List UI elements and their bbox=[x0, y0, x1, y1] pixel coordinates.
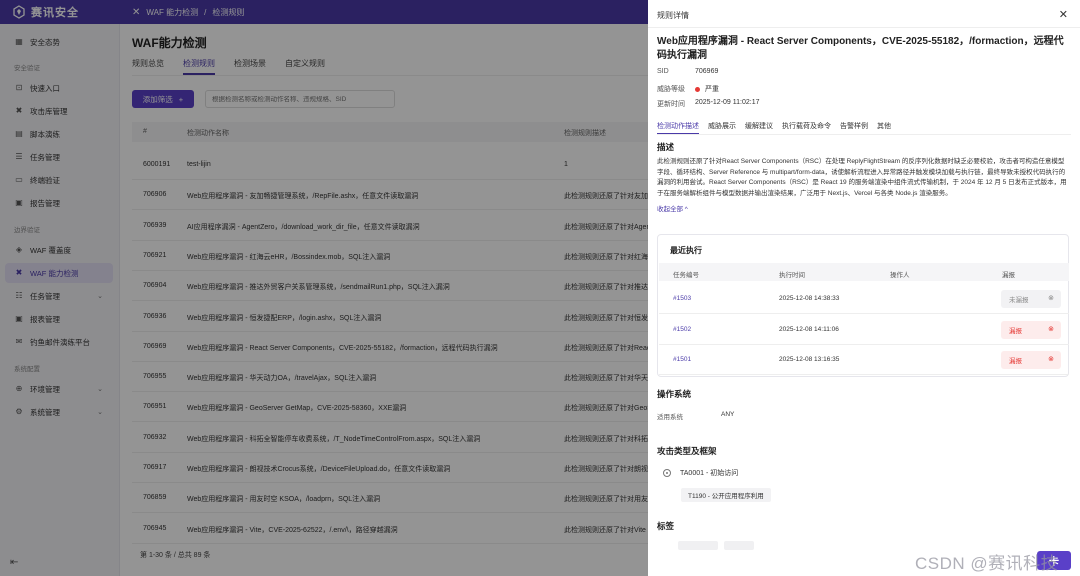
miss-status-badge[interactable]: 漏报 ⊗ bbox=[1001, 320, 1061, 339]
drawer-header-title: 规则详情 bbox=[657, 11, 689, 20]
description-title: 描述 bbox=[657, 142, 675, 152]
drawer-tabs: 检测动作描述 威胁展示 缓解建议 执行载荷及命令 告警样例 其他 bbox=[657, 121, 1071, 135]
task-id-link[interactable]: #1501 bbox=[673, 356, 691, 363]
rule-detail-drawer: 规则详情 ✕ Web应用程序漏洞 - React Server Componen… bbox=[648, 0, 1080, 576]
close-icon[interactable]: ✕ bbox=[1059, 8, 1068, 21]
drawer-header: 规则详情 ✕ bbox=[648, 0, 1080, 28]
tab-payload-commands[interactable]: 执行载荷及命令 bbox=[782, 121, 831, 134]
tags-title: 标签 bbox=[657, 521, 675, 531]
threat-level-label: 威胁等级 bbox=[657, 86, 685, 93]
severity-dot-icon bbox=[695, 86, 700, 92]
updated-time-value: 2025-12-09 11:02:17 bbox=[695, 99, 760, 106]
execution-time: 2025-12-08 14:11:06 bbox=[779, 325, 839, 333]
column-header: 操作人 bbox=[890, 272, 910, 279]
collapse-all-link[interactable]: 收起全部 ^ bbox=[657, 203, 688, 213]
recent-executions-title: 最近执行 bbox=[670, 246, 702, 255]
modal-overlay[interactable] bbox=[0, 0, 648, 576]
execution-row: #1503 2025-12-08 14:38:33 未漏报 ⊗ bbox=[659, 284, 1069, 314]
miss-status-badge[interactable]: 未漏报 ⊗ bbox=[1001, 290, 1061, 308]
miss-status-label: 未漏报 bbox=[1009, 297, 1029, 304]
sid-label: SID bbox=[657, 68, 669, 75]
os-value: ANY bbox=[721, 411, 735, 418]
column-header: 漏报 bbox=[1002, 272, 1015, 279]
execution-time: 2025-12-08 14:38:33 bbox=[779, 295, 840, 302]
rule-title: Web应用程序漏洞 - React Server Components，CVE-… bbox=[657, 36, 1064, 61]
execution-row: #1501 2025-12-08 13:16:35 漏报 ⊗ bbox=[659, 345, 1069, 375]
tab-alert-samples[interactable]: 告警样例 bbox=[840, 121, 868, 134]
miss-status-badge[interactable]: 漏报 ⊗ bbox=[1001, 351, 1061, 369]
os-label: 适用系统 bbox=[657, 414, 683, 421]
sid-value: 706969 bbox=[695, 68, 719, 75]
task-id-link[interactable]: #1502 bbox=[673, 326, 691, 333]
miss-status-label: 漏报 bbox=[1009, 327, 1022, 335]
miss-status-label: 漏报 bbox=[1009, 358, 1022, 365]
column-header: 任务编号 bbox=[673, 272, 699, 279]
recent-executions-card: 最近执行 任务编号 执行时间 操作人 漏报 #1503 2025-12-08 14… bbox=[657, 234, 1069, 377]
circle-x-icon: ⊗ bbox=[1048, 295, 1054, 302]
tactic-item[interactable]: TA0001 - 初始访问 bbox=[663, 468, 738, 478]
executions-table-header: 任务编号 执行时间 操作人 漏报 bbox=[659, 263, 1069, 281]
watermark: CSDN @赛讯科技 bbox=[915, 554, 1059, 573]
column-header: 执行时间 bbox=[779, 272, 805, 279]
circle-x-icon: ⊗ bbox=[1048, 325, 1054, 333]
tab-threat-display[interactable]: 威胁展示 bbox=[708, 121, 736, 134]
threat-level-value: 严重 bbox=[705, 86, 719, 93]
os-title: 操作系统 bbox=[657, 389, 692, 399]
circle-x-icon: ⊗ bbox=[1048, 356, 1054, 363]
tab-mitigation[interactable]: 缓解建议 bbox=[745, 121, 773, 134]
tag-chip bbox=[678, 541, 718, 550]
execution-row: #1502 2025-12-08 14:11:06 漏报 ⊗ bbox=[659, 315, 1069, 345]
description-text: 此检测规则还原了针对React Server Components（RSC）在处… bbox=[657, 158, 1067, 197]
target-icon bbox=[663, 469, 671, 477]
attack-framework-title: 攻击类型及框架 bbox=[657, 446, 717, 456]
updated-time-label: 更新时间 bbox=[657, 101, 685, 108]
task-id-link[interactable]: #1503 bbox=[673, 295, 691, 302]
tactic-label: TA0001 - 初始访问 bbox=[680, 470, 739, 477]
tag-chip bbox=[724, 541, 754, 550]
threat-level: 严重 bbox=[695, 84, 719, 94]
execution-time: 2025-12-08 13:16:35 bbox=[779, 356, 840, 363]
tab-other[interactable]: 其他 bbox=[877, 121, 891, 134]
technique-chip[interactable]: T1190 - 公开应用程序利用 bbox=[681, 488, 771, 502]
tab-action-description[interactable]: 检测动作描述 bbox=[657, 121, 699, 134]
